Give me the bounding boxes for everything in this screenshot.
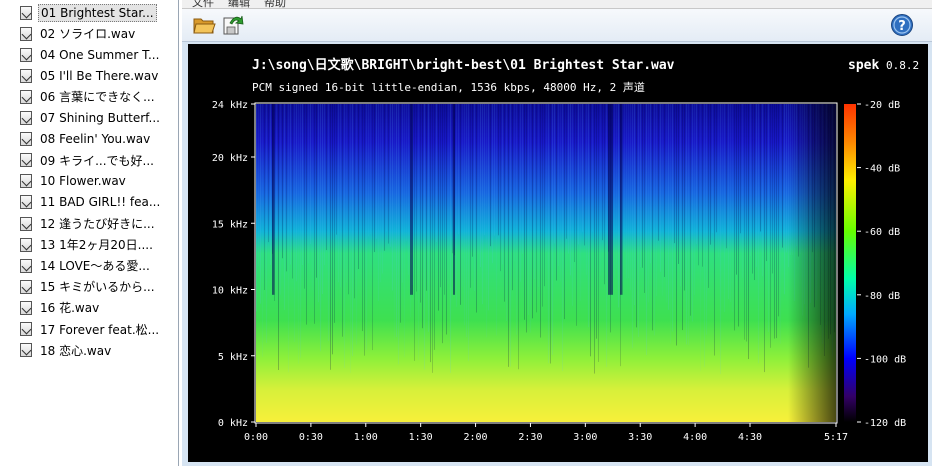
file-list-item[interactable]: 04 One Summer T... xyxy=(0,44,178,65)
file-name: 07 Shining Butterf... xyxy=(40,111,160,125)
file-list-item[interactable]: 17 Forever feat.松... xyxy=(0,319,178,340)
wav-file-icon xyxy=(20,216,32,231)
db-tick-label: -80 dB xyxy=(864,291,900,302)
time-tick-label: 4:30 xyxy=(738,432,762,443)
save-export-icon xyxy=(223,15,244,35)
file-list-item[interactable]: 12 逢うたび好きに... xyxy=(0,213,178,234)
file-name: 14 LOVE～ある愛... xyxy=(40,259,150,274)
freq-tick-label: 0 kHz xyxy=(218,418,248,429)
wav-file-icon xyxy=(20,68,32,83)
spectrogram-panel: J:\song\日文歌\BRIGHT\bright-best\01 Bright… xyxy=(188,44,928,462)
db-axis: -20 dB -40 dB -60 dB -80 dB -100 dB -120 dB xyxy=(857,100,906,429)
spek-window: 文件 编辑 帮助 ? J:\song\日文歌\BRIGHT\bright-bes… xyxy=(182,0,932,466)
help-label: ? xyxy=(898,19,906,34)
wav-file-icon xyxy=(20,343,32,358)
time-tick-label: 3:30 xyxy=(628,432,652,443)
freq-tick-label: 24 kHz xyxy=(212,100,248,111)
time-tick-label: 5:17 xyxy=(824,432,848,443)
file-list-item[interactable]: 08 Feelin' You.wav xyxy=(0,129,178,150)
file-list-item[interactable]: 09 キライ...でも好... xyxy=(0,150,178,171)
save-button[interactable] xyxy=(220,13,244,37)
spectrum-image xyxy=(256,104,836,422)
file-list-item[interactable]: 15 キミがいるから... xyxy=(0,276,178,297)
file-list-item[interactable]: 11 BAD GIRL!! fea... xyxy=(0,192,178,213)
time-tick-label: 4:00 xyxy=(683,432,707,443)
file-list-item[interactable]: 18 恋心.wav xyxy=(0,340,178,361)
file-name: 18 恋心.wav xyxy=(40,343,112,358)
wav-file-icon xyxy=(20,237,32,252)
time-tick-label: 0:30 xyxy=(299,432,323,443)
help-icon: ? xyxy=(891,14,913,36)
file-list-item[interactable]: 10 Flower.wav xyxy=(0,171,178,192)
db-colorbar xyxy=(844,104,856,422)
file-name: 10 Flower.wav xyxy=(40,174,126,189)
wav-file-icon xyxy=(20,89,32,104)
db-tick-label: -20 dB xyxy=(864,100,900,111)
wav-file-icon xyxy=(20,5,32,20)
time-tick-label: 0:00 xyxy=(244,432,268,443)
file-name: 15 キミがいるから... xyxy=(40,280,155,295)
wav-file-icon xyxy=(20,322,32,336)
toolbar: ? xyxy=(182,9,932,42)
frequency-axis: 0 kHz 5 kHz 10 kHz 15 kHz 20 kHz 24 kHz xyxy=(212,100,255,429)
open-button[interactable] xyxy=(192,13,216,37)
db-tick-label: -100 dB xyxy=(864,354,906,365)
file-name: 11 BAD GIRL!! fea... xyxy=(40,195,161,210)
file-list-item[interactable]: 07 Shining Butterf... xyxy=(0,108,178,129)
freq-tick-label: 5 kHz xyxy=(218,352,248,363)
file-list-item[interactable]: 01 Brightest Star... xyxy=(0,2,178,23)
wav-file-icon xyxy=(20,258,32,273)
file-list-item[interactable]: 06 言葉にできなく... xyxy=(0,86,178,107)
time-tick-label: 1:00 xyxy=(354,432,378,443)
file-name: 17 Forever feat.松... xyxy=(40,322,160,337)
freq-tick-label: 20 kHz xyxy=(212,153,248,164)
app-name: spek xyxy=(848,58,879,73)
freq-tick-label: 15 kHz xyxy=(212,219,248,230)
file-list-item[interactable]: 13 1年2ヶ月20日.... xyxy=(0,234,178,255)
file-name: 05 I'll Be There.wav xyxy=(40,68,159,83)
app-version: 0.8.2 xyxy=(886,59,919,72)
file-name: 01 Brightest Star... xyxy=(38,3,157,22)
file-list-item[interactable]: 14 LOVE～ある愛... xyxy=(0,255,178,276)
time-tick-label: 3:00 xyxy=(573,432,597,443)
wav-file-icon xyxy=(20,26,32,41)
menu-file[interactable]: 文件 xyxy=(192,0,214,8)
wav-file-icon xyxy=(20,132,32,147)
wav-file-icon xyxy=(20,195,32,210)
db-tick-label: -40 dB xyxy=(864,164,900,175)
wav-file-icon xyxy=(20,111,32,125)
help-button[interactable]: ? xyxy=(890,13,914,37)
file-name: 16 花.wav xyxy=(40,301,100,316)
time-tick-label: 2:00 xyxy=(464,432,488,443)
db-tick-label: -120 dB xyxy=(864,418,906,429)
wav-file-icon xyxy=(20,47,32,62)
file-list[interactable]: 01 Brightest Star... 02 ソライロ.wav 04 One Su… xyxy=(0,0,179,466)
time-tick-label: 1:30 xyxy=(409,432,433,443)
file-name: 04 One Summer T... xyxy=(40,47,160,62)
file-name: 13 1年2ヶ月20日.... xyxy=(40,238,153,253)
format-info: PCM signed 16-bit little-endian, 1536 kb… xyxy=(252,80,645,94)
wav-file-icon xyxy=(20,153,32,168)
file-name: 08 Feelin' You.wav xyxy=(40,132,151,147)
spectrogram-chart: J:\song\日文歌\BRIGHT\bright-best\01 Bright… xyxy=(212,57,919,443)
menu-bar: 文件 编辑 帮助 xyxy=(182,0,932,9)
time-axis: 0:00 0:30 1:00 1:30 2:00 2:30 3:00 3:30 4:00 4:30… xyxy=(244,423,848,443)
time-tick-label: 2:30 xyxy=(518,432,542,443)
freq-tick-label: 10 kHz xyxy=(212,286,248,297)
file-name: 02 ソライロ.wav xyxy=(40,27,136,42)
file-list-item[interactable]: 02 ソライロ.wav xyxy=(0,23,178,44)
file-name: 12 逢うたび好きに... xyxy=(40,217,155,231)
file-list-item[interactable]: 05 I'll Be There.wav xyxy=(0,65,178,86)
wav-file-icon xyxy=(20,174,32,189)
folder-open-icon xyxy=(193,18,216,34)
file-path-title: J:\song\日文歌\BRIGHT\bright-best\01 Bright… xyxy=(252,57,675,73)
menu-help[interactable]: 帮助 xyxy=(264,0,286,8)
wav-file-icon xyxy=(20,279,32,294)
menu-edit[interactable]: 编辑 xyxy=(228,0,250,8)
file-list-item[interactable]: 16 花.wav xyxy=(0,297,178,318)
db-tick-label: -60 dB xyxy=(864,227,900,238)
file-name: 06 言葉にできなく... xyxy=(40,90,155,105)
file-name: 09 キライ...でも好... xyxy=(40,153,154,168)
wav-file-icon xyxy=(20,300,32,315)
